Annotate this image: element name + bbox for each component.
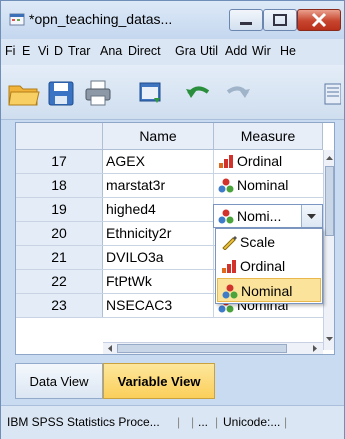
close-button[interactable] — [297, 9, 341, 31]
status-encoding: Unicode:... — [223, 415, 281, 429]
row-number[interactable]: 21 — [16, 246, 103, 269]
status-segment: ... — [198, 415, 209, 429]
minimize-button[interactable] — [229, 9, 263, 31]
goto-case-icon[interactable] — [319, 78, 341, 108]
row-number[interactable]: 19 — [16, 198, 103, 221]
measure-cell[interactable]: Nominal — [214, 174, 322, 197]
open-folder-icon[interactable] — [7, 78, 41, 108]
menu-add-ons[interactable]: Add — [225, 44, 247, 58]
window-title: *opn_teaching_datas... — [29, 11, 173, 27]
redo-icon[interactable] — [223, 78, 253, 108]
title-bar[interactable]: *opn_teaching_datas... — [1, 1, 344, 39]
measure-value: Nominal — [237, 177, 289, 193]
scroll-thumb[interactable] — [325, 166, 334, 236]
column-header-measure[interactable]: Measure — [214, 123, 323, 150]
minimize-icon — [240, 22, 252, 25]
toolbar — [1, 65, 344, 120]
option-label: Nominal — [241, 283, 293, 299]
variable-name-cell[interactable]: DVILO3a — [106, 246, 214, 269]
print-icon[interactable] — [83, 78, 113, 108]
measure-dropdown-list: Scale Ordinal Nominal — [215, 228, 323, 304]
ordinal-icon — [222, 260, 236, 273]
scroll-right-icon — [313, 345, 317, 352]
dropdown-option-scale[interactable]: Scale — [217, 230, 321, 254]
measure-cell[interactable]: Ordinal — [214, 150, 322, 173]
variable-name-cell[interactable]: NSECAC3 — [106, 294, 214, 317]
column-header-name[interactable]: Name — [103, 123, 214, 150]
status-separator: | — [177, 415, 181, 429]
view-tabs: Data View Variable View — [15, 363, 335, 401]
menu-help[interactable]: He — [280, 44, 296, 58]
maximize-icon — [273, 14, 287, 26]
nominal-icon — [218, 178, 234, 193]
scroll-left-icon — [108, 345, 112, 352]
combobox-value: Nomi... — [237, 208, 282, 224]
table-row: 17 AGEX Ordinal — [16, 150, 334, 174]
menu-data[interactable]: D — [54, 44, 63, 58]
row-number[interactable]: 20 — [16, 222, 103, 245]
menu-window[interactable]: Wir — [252, 44, 271, 58]
dropdown-option-ordinal[interactable]: Ordinal — [217, 254, 321, 278]
status-separator: | — [191, 415, 195, 429]
measure-combobox[interactable]: Nomi... — [213, 204, 323, 228]
menu-graphs[interactable]: Gra — [175, 44, 196, 58]
row-header-corner — [16, 123, 103, 150]
variable-name-cell[interactable]: AGEX — [106, 150, 214, 173]
menu-bar: Fi E Vi D Trar Ana Direct Gra Util Add W… — [1, 39, 344, 65]
ordinal-icon — [219, 155, 233, 168]
scale-icon — [222, 236, 237, 250]
undo-icon[interactable] — [183, 78, 213, 108]
dropdown-option-nominal[interactable]: Nominal — [217, 278, 321, 302]
status-bar: IBM SPSS Statistics Proce... | | ... | U… — [1, 405, 344, 439]
scroll-up-icon — [326, 156, 333, 160]
spss-app-icon — [9, 13, 25, 26]
menu-analyze[interactable]: Ana — [100, 44, 122, 58]
row-number[interactable]: 18 — [16, 174, 103, 197]
row-number[interactable]: 17 — [16, 150, 103, 173]
menu-view[interactable]: Vi — [38, 44, 49, 58]
option-label: Scale — [240, 234, 276, 250]
status-separator: | — [284, 415, 288, 429]
scroll-down-icon — [326, 337, 333, 341]
chevron-down-icon — [307, 214, 316, 219]
spss-window: *opn_teaching_datas... Fi E Vi D Trar An… — [0, 0, 345, 439]
save-icon[interactable] — [46, 78, 76, 108]
menu-transform[interactable]: Trar — [68, 44, 90, 58]
menu-file[interactable]: Fi — [5, 44, 15, 58]
close-icon — [311, 12, 327, 28]
tab-data-view[interactable]: Data View — [15, 363, 103, 399]
status-separator: | — [215, 415, 219, 429]
variable-name-cell[interactable]: Ethnicity2r — [106, 222, 214, 245]
tab-variable-view[interactable]: Variable View — [103, 363, 215, 399]
variable-name-cell[interactable]: highed4 — [106, 198, 214, 221]
menu-utilities[interactable]: Util — [200, 44, 218, 58]
table-row: 18 marstat3r Nominal — [16, 174, 334, 198]
variable-name-cell[interactable]: FtPtWk — [106, 270, 214, 293]
menu-edit[interactable]: E — [22, 44, 30, 58]
row-number[interactable]: 23 — [16, 294, 103, 317]
vertical-scrollbar[interactable] — [323, 150, 334, 350]
option-label: Ordinal — [240, 258, 286, 274]
hscroll-thumb[interactable] — [117, 344, 287, 353]
measure-value: Ordinal — [237, 153, 283, 169]
dialog-recall-icon[interactable] — [136, 78, 166, 108]
menu-direct-marketing[interactable]: Direct — [128, 44, 161, 58]
row-number[interactable]: 22 — [16, 270, 103, 293]
variable-name-cell[interactable]: marstat3r — [106, 174, 214, 197]
maximize-button[interactable] — [263, 9, 297, 31]
nominal-icon — [218, 209, 234, 224]
status-processor: IBM SPSS Statistics Proce... — [7, 415, 160, 429]
combobox-dropdown-button[interactable] — [301, 205, 322, 227]
horizontal-scrollbar[interactable] — [103, 342, 323, 354]
nominal-icon — [222, 284, 238, 299]
